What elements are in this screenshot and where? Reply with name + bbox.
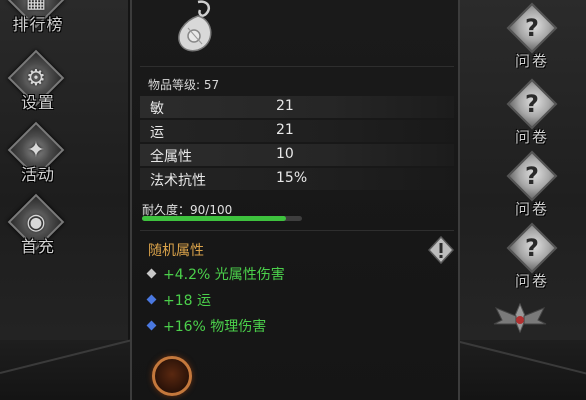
durability-fill (142, 216, 286, 221)
item-level: 物品等级: 57 (148, 78, 220, 92)
durability-bar (142, 216, 302, 221)
stat-name: 运 (150, 125, 164, 141)
menu-label-leaderboard: 排行榜 (12, 15, 64, 34)
question-icon: ? (525, 90, 539, 118)
affix-text: +4.2% 光属性伤害 (163, 267, 285, 283)
stat-name: 法术抗性 (150, 173, 206, 189)
affix-text: +16% 物理伤害 (163, 319, 267, 335)
survey-button[interactable]: ? 问卷 (500, 148, 564, 220)
random-attributes-title: 随机属性 (148, 243, 204, 259)
affix-text: +18 运 (163, 293, 211, 309)
divider (140, 230, 454, 231)
menu-item-settings[interactable]: ⚙ 设置 (2, 49, 74, 124)
question-icon: ? (525, 14, 539, 42)
stat-row: 全属性 10 (140, 144, 454, 166)
stat-row: 运 21 (140, 120, 454, 142)
item-detail-panel: 物品等级: 57 敏 21 运 21 全属性 10 法术抗性 15% 耐久度：9… (130, 0, 460, 400)
menu-label-settings: 设置 (20, 93, 55, 112)
stat-name: 全属性 (150, 149, 192, 165)
menu-label-first-recharge: 首充 (20, 237, 55, 256)
winged-emblem-icon[interactable] (492, 298, 548, 338)
menu-item-events[interactable]: ✦ 活动 (2, 121, 74, 196)
stat-value: 21 (276, 122, 294, 138)
survey-label: 问卷 (514, 272, 549, 290)
stat-value: 10 (276, 146, 294, 162)
affix-line: +4.2% 光属性伤害 (146, 264, 285, 284)
question-icon: ? (525, 162, 539, 190)
pouch-icon (178, 0, 212, 52)
survey-label: 问卷 (514, 128, 549, 146)
affix-line: +18 运 (146, 290, 211, 310)
survey-button[interactable]: ? 问卷 (500, 0, 564, 72)
menu-item-first-recharge[interactable]: ◉ 首充 (2, 193, 74, 268)
gem-icon (146, 268, 157, 278)
stat-row: 敏 21 (140, 96, 454, 118)
survey-label: 问卷 (514, 52, 549, 70)
menu-item-leaderboard[interactable]: ▦ 排行榜 (2, 0, 74, 46)
gem-icon (146, 294, 157, 304)
divider (140, 66, 454, 67)
stat-value: 21 (276, 98, 294, 114)
question-icon: ? (525, 234, 539, 262)
survey-label: 问卷 (514, 200, 549, 218)
stat-value: 15% (276, 170, 308, 186)
menu-label-events: 活动 (20, 165, 55, 184)
warning-icon[interactable] (428, 236, 454, 264)
affix-line: +16% 物理伤害 (146, 316, 267, 336)
survey-button[interactable]: ? 问卷 (500, 76, 564, 148)
fire-orb-icon[interactable] (152, 356, 192, 396)
stat-name: 敏 (150, 101, 164, 117)
stat-row: 法术抗性 15% (140, 168, 454, 190)
gem-icon (146, 320, 157, 330)
survey-button[interactable]: ? 问卷 (500, 220, 564, 292)
